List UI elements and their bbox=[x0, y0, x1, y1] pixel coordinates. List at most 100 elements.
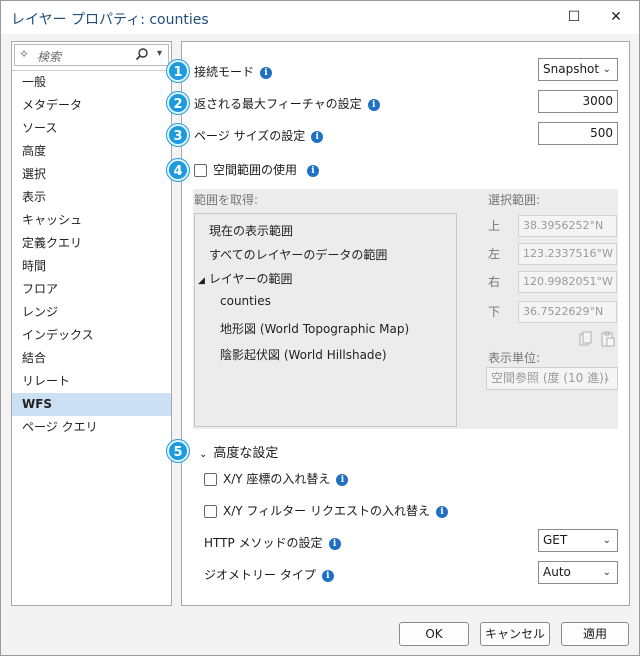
step-badge-3: 3 bbox=[167, 124, 189, 146]
title-bar: レイヤー プロパティ: counties ☐ ✕ bbox=[1, 1, 639, 34]
nav-item-relates[interactable]: リレート bbox=[12, 370, 171, 393]
geometry-type-row: ジオメトリー タイプ i bbox=[204, 566, 334, 583]
right-coordinate-field: 120.9982051°W bbox=[518, 271, 617, 293]
extent-item-hillshade[interactable]: 陰影起伏図 (World Hillshade) bbox=[220, 346, 387, 363]
nav-item-time[interactable]: 時間 bbox=[12, 255, 171, 278]
chevron-down-icon: ⌄ bbox=[602, 373, 611, 384]
page-size-label: ページ サイズの設定 bbox=[194, 129, 306, 143]
step-badge-2: 2 bbox=[167, 92, 189, 114]
copy-icon bbox=[579, 331, 593, 350]
info-icon[interactable]: i bbox=[260, 66, 273, 79]
bottom-label: 下 bbox=[488, 305, 501, 319]
connection-mode-select[interactable]: Snapshot ⌄ bbox=[538, 58, 618, 81]
close-button[interactable]: ✕ bbox=[601, 5, 631, 29]
nav-item-elevation[interactable]: 高度 bbox=[12, 140, 171, 163]
display-units-select: 空間参照 (度 (10 進)) ⌄ bbox=[486, 367, 618, 390]
use-extent-label: 空間範囲の使用 bbox=[213, 163, 298, 177]
chevron-down-icon[interactable]: ⌄ bbox=[199, 449, 207, 460]
top-label: 上 bbox=[488, 219, 501, 233]
swap-xy-checkbox[interactable] bbox=[204, 473, 217, 486]
nav-item-source[interactable]: ソース bbox=[12, 117, 171, 140]
info-icon[interactable]: i bbox=[321, 569, 334, 582]
maximize-button[interactable]: ☐ bbox=[559, 5, 589, 29]
cancel-button[interactable]: キャンセル bbox=[480, 622, 550, 646]
search-placeholder: 検索 bbox=[37, 50, 62, 64]
info-icon[interactable]: i bbox=[435, 505, 448, 518]
layer-extent-label: レイヤーの範囲 bbox=[208, 272, 293, 286]
connection-mode-value: Snapshot bbox=[543, 62, 600, 76]
left-coordinate-field: 123.2337516°W bbox=[518, 243, 617, 265]
selected-extent-label: 選択範囲: bbox=[488, 193, 541, 207]
chevron-down-icon: ⌄ bbox=[602, 567, 611, 578]
nav-item-definition-query[interactable]: 定義クエリ bbox=[12, 232, 171, 255]
nav-item-metadata[interactable]: メタデータ bbox=[12, 94, 171, 117]
info-icon[interactable]: i bbox=[367, 98, 380, 111]
extent-item-layer-extent[interactable]: ◢ レイヤーの範囲 bbox=[198, 270, 293, 287]
display-units-label: 表示単位: bbox=[488, 351, 541, 365]
apply-button[interactable]: 適用 bbox=[561, 622, 629, 646]
window-title: レイヤー プロパティ: counties bbox=[11, 12, 209, 28]
nav-item-range[interactable]: レンジ bbox=[12, 301, 171, 324]
info-icon[interactable]: i bbox=[307, 164, 320, 177]
swap-xy-label: X/Y 座標の入れ替え bbox=[223, 472, 331, 486]
chevron-down-icon: ⌄ bbox=[602, 64, 611, 75]
nav-item-display[interactable]: 表示 bbox=[12, 186, 171, 209]
advanced-settings-label: 高度な設定 bbox=[213, 446, 279, 461]
page-size-row: ページ サイズの設定 i bbox=[194, 127, 324, 144]
info-icon[interactable]: i bbox=[336, 473, 349, 486]
collapse-triangle-icon[interactable]: ◢ bbox=[198, 276, 205, 286]
connection-mode-row: 接続モード i bbox=[194, 63, 273, 80]
step-badge-1: 1 bbox=[167, 60, 189, 82]
nav-item-indexes[interactable]: インデックス bbox=[12, 324, 171, 347]
get-extent-label: 範囲を取得: bbox=[194, 193, 259, 207]
geometry-type-select[interactable]: Auto ⌄ bbox=[538, 561, 618, 584]
connection-mode-label: 接続モード bbox=[194, 65, 255, 79]
chevron-down-icon: ⌄ bbox=[602, 535, 611, 546]
nav-item-wfs[interactable]: WFS bbox=[12, 393, 171, 416]
http-method-row: HTTP メソッドの設定 i bbox=[204, 534, 341, 551]
http-method-value: GET bbox=[543, 533, 568, 547]
info-icon[interactable]: i bbox=[328, 537, 341, 550]
nav-pane: ✧ 検索 ▾ 一般 メタデータ ソース 高度 選択 表示 キャッシュ 定義クエリ… bbox=[11, 41, 172, 606]
max-features-input[interactable]: 3000 bbox=[538, 90, 618, 113]
advanced-settings-header[interactable]: ⌄ 高度な設定 bbox=[199, 442, 278, 461]
sparkle-icon: ✧ bbox=[19, 47, 30, 61]
paste-icon bbox=[601, 331, 615, 350]
step-badge-5: 5 bbox=[167, 440, 189, 462]
nav-item-joins[interactable]: 結合 bbox=[12, 347, 171, 370]
bottom-coordinate-field: 36.7522629°N bbox=[518, 301, 617, 323]
geometry-type-value: Auto bbox=[543, 565, 571, 579]
top-coordinate-field: 38.3956252°N bbox=[518, 215, 617, 237]
page-size-input[interactable]: 500 bbox=[538, 122, 618, 145]
display-units-value: 空間参照 (度 (10 進)) bbox=[491, 371, 609, 385]
swap-filter-row: X/Y フィルター リクエストの入れ替え i bbox=[204, 502, 448, 519]
use-extent-checkbox[interactable] bbox=[194, 164, 207, 177]
extent-item-current-display[interactable]: 現在の表示範囲 bbox=[209, 222, 293, 239]
right-label: 右 bbox=[488, 275, 501, 289]
nav-item-selection[interactable]: 選択 bbox=[12, 163, 171, 186]
layer-properties-dialog: レイヤー プロパティ: counties ☐ ✕ ✧ 検索 ▾ 一般 メタデータ… bbox=[0, 0, 640, 656]
info-icon[interactable]: i bbox=[311, 130, 324, 143]
nav-list: 一般 メタデータ ソース 高度 選択 表示 キャッシュ 定義クエリ 時間 フロア… bbox=[12, 70, 171, 439]
nav-item-general[interactable]: 一般 bbox=[12, 71, 171, 94]
extent-item-topographic[interactable]: 地形図 (World Topographic Map) bbox=[220, 320, 409, 337]
http-method-select[interactable]: GET ⌄ bbox=[538, 529, 618, 552]
left-label: 左 bbox=[488, 247, 501, 261]
geometry-type-label: ジオメトリー タイプ bbox=[204, 568, 316, 582]
nav-item-cache[interactable]: キャッシュ bbox=[12, 209, 171, 232]
extent-item-counties[interactable]: counties bbox=[220, 294, 271, 308]
swap-xy-row: X/Y 座標の入れ替え i bbox=[204, 470, 349, 487]
nav-item-floor[interactable]: フロア bbox=[12, 278, 171, 301]
swap-filter-label: X/Y フィルター リクエストの入れ替え bbox=[223, 504, 430, 518]
swap-filter-checkbox[interactable] bbox=[204, 505, 217, 518]
use-extent-row: 空間範囲の使用 i bbox=[194, 161, 320, 178]
extent-item-all-layers[interactable]: すべてのレイヤーのデータの範囲 bbox=[209, 246, 387, 263]
max-features-row: 返される最大フィーチャの設定 i bbox=[194, 95, 380, 112]
ok-button[interactable]: OK bbox=[399, 622, 469, 646]
search-icon[interactable] bbox=[135, 47, 149, 64]
step-badge-4: 4 bbox=[167, 159, 189, 181]
max-features-label: 返される最大フィーチャの設定 bbox=[194, 97, 362, 111]
chevron-down-icon[interactable]: ▾ bbox=[157, 48, 162, 59]
search-input[interactable]: ✧ 検索 ▾ bbox=[14, 44, 169, 66]
nav-item-page-query[interactable]: ページ クエリ bbox=[12, 416, 171, 439]
